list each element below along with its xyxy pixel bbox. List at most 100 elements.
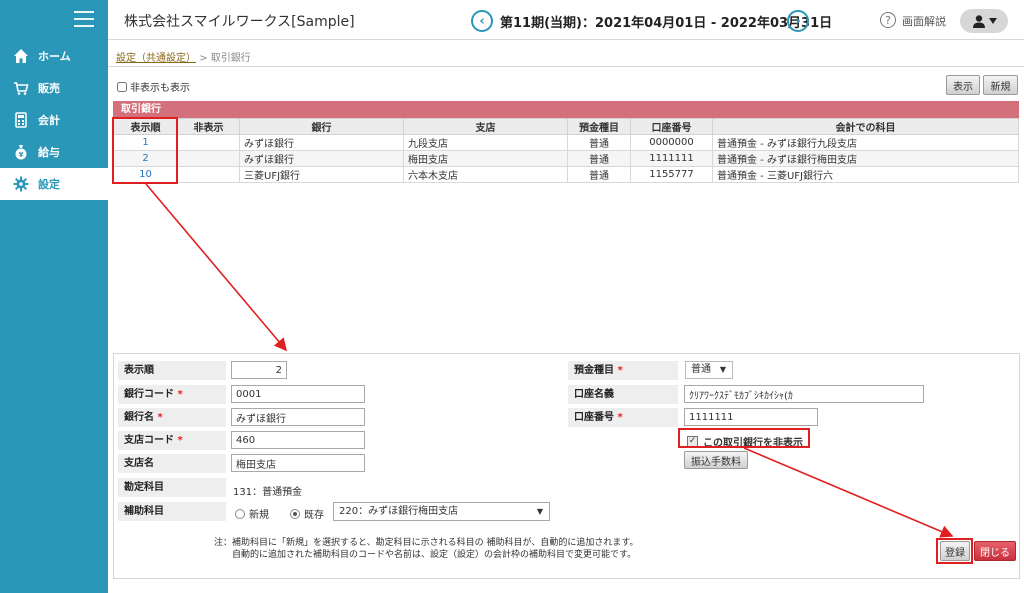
branch-cell: 梅田支店 <box>403 150 568 167</box>
branch-cell: 九段支店 <box>403 134 568 151</box>
annotation-highlight <box>112 117 178 184</box>
close-button[interactable]: 閉じる <box>974 541 1016 561</box>
account-number-cell: 1111111 <box>630 150 713 167</box>
deposit-type-label: 預金種目 * <box>568 361 678 380</box>
deposit-type-cell: 普通 <box>567 166 631 183</box>
account-number-input[interactable] <box>684 408 818 426</box>
sidebar-item-label: 会計 <box>38 114 60 127</box>
company-name: 株式会社スマイルワークス[Sample] <box>124 14 355 30</box>
transfer-fee-button[interactable]: 振込手数料 <box>684 451 748 469</box>
account-number-cell: 0000000 <box>630 134 713 151</box>
deposit-type-cell: 普通 <box>567 134 631 151</box>
column-header[interactable]: 支店 <box>403 118 568 135</box>
cart-icon <box>13 80 29 96</box>
home-icon <box>13 48 29 64</box>
column-header[interactable]: 口座番号 <box>630 118 713 135</box>
radio-label: 既存 <box>304 510 324 521</box>
calculator-icon <box>13 112 29 128</box>
divider <box>108 66 1024 67</box>
breadcrumb-current: 取引銀行 <box>210 53 251 64</box>
sidebar-item-payroll[interactable]: ¥ 給与 <box>0 136 108 168</box>
column-header[interactable]: 銀行 <box>239 118 404 135</box>
sidebar: ホーム 販売 会計 ¥ 給与 設定 <box>0 0 108 593</box>
account-subject-label: 勘定科目 <box>118 478 226 497</box>
radio-label: 新規 <box>249 510 269 521</box>
next-period-icon[interactable]: › <box>787 10 809 32</box>
annotation-highlight <box>678 428 810 448</box>
sub-subject-existing-radio[interactable]: 既存 <box>290 506 324 521</box>
breadcrumb-separator: > <box>199 53 208 64</box>
note-text: 注：補助科目に「新規」を選択すると、勘定科目に示される科目の 補助科目が、自動的… <box>214 537 638 561</box>
branch-cell: 六本木支店 <box>403 166 568 183</box>
sub-subject-label: 補助科目 <box>118 502 226 521</box>
sidebar-item-label: 給与 <box>38 146 60 159</box>
sidebar-item-label: ホーム <box>38 50 71 63</box>
sidebar-item-label: 販売 <box>38 82 60 95</box>
account-number-label: 口座番号 * <box>568 408 678 427</box>
hidden-cell <box>177 134 240 151</box>
show-hidden-checkbox[interactable]: 非表示も表示 <box>117 79 190 94</box>
help-link[interactable]: 画面解説 <box>902 13 946 29</box>
breadcrumb-parent-link[interactable]: 設定（共通設定） <box>116 53 196 64</box>
deposit-type-select[interactable]: 普通 ▼ <box>685 361 733 379</box>
bank-name-label: 銀行名 * <box>118 408 226 427</box>
note-line: 自動的に追加された補助科目のコードや名前は、設定（設定）の会計枠の補助科目で変更… <box>232 550 637 560</box>
column-header[interactable]: 会計での科目 <box>712 118 1019 135</box>
account-holder-label: 口座名義 <box>568 385 678 404</box>
order-label: 表示順 <box>118 361 226 380</box>
fiscal-period: 第11期(当期)：2021年04月01日 - 2022年03月31日 <box>500 16 833 31</box>
bank-cell: 三菱UFJ銀行 <box>239 166 404 183</box>
sub-subject-select[interactable]: 220：みずほ銀行梅田支店 ▼ <box>333 502 550 521</box>
previous-period-icon[interactable]: ‹ <box>471 10 493 32</box>
show-hidden-checkbox-input[interactable] <box>117 81 127 92</box>
sidebar-item-settings[interactable]: 設定 <box>0 168 108 200</box>
ledger-account-cell: 普通預金 - みずほ銀行梅田支店 <box>712 150 1019 167</box>
sidebar-item-home[interactable]: ホーム <box>0 40 108 72</box>
account-number-cell: 1155777 <box>630 166 713 183</box>
deposit-type-cell: 普通 <box>567 150 631 167</box>
bank-code-label: 銀行コード * <box>118 385 226 404</box>
sidebar-item-accounting[interactable]: 会計 <box>0 104 108 136</box>
annotation-highlight <box>936 538 973 564</box>
table-header-row: 表示順 非表示 銀行 支店 預金種目 口座番号 会計での科目 <box>113 118 1019 135</box>
table-row[interactable]: 1 みずほ銀行 九段支店 普通 0000000 普通預金 - みずほ銀行九段支店 <box>113 134 1019 151</box>
caret-down-icon: ▼ <box>719 365 726 374</box>
svg-text:¥: ¥ <box>19 151 24 159</box>
radio-dot <box>235 508 245 519</box>
money-bag-icon: ¥ <box>13 144 29 160</box>
table-row[interactable]: 2 みずほ銀行 梅田支店 普通 1111111 普通預金 - みずほ銀行梅田支店 <box>113 150 1019 167</box>
note-line: 注：補助科目に「新規」を選択すると、勘定科目に示される科目の 補助科目が、自動的… <box>214 538 639 548</box>
user-icon <box>972 15 985 28</box>
radio-dot <box>290 508 300 519</box>
table-row[interactable]: 10 三菱UFJ銀行 六本木支店 普通 1155777 普通預金 - 三菱UFJ… <box>113 166 1019 183</box>
bank-code-input[interactable] <box>231 385 365 403</box>
show-button[interactable]: 表示 <box>946 75 980 95</box>
order-input[interactable] <box>231 361 287 379</box>
chevron-down-icon <box>988 18 997 24</box>
caret-down-icon: ▼ <box>536 507 543 516</box>
bank-cell: みずほ銀行 <box>239 150 404 167</box>
column-header[interactable]: 非表示 <box>177 118 240 135</box>
sidebar-item-label: 設定 <box>38 178 60 191</box>
ledger-account-cell: 普通預金 - みずほ銀行九段支店 <box>712 134 1019 151</box>
branch-code-input[interactable] <box>231 431 365 449</box>
bank-name-input[interactable] <box>231 408 365 426</box>
account-holder-input[interactable] <box>684 385 924 403</box>
hamburger-menu-icon[interactable] <box>74 11 94 27</box>
header: 株式会社スマイルワークス[Sample] ‹ 第11期(当期)：2021年04月… <box>108 0 1024 40</box>
gear-icon <box>13 176 29 192</box>
account-subject-value: 131：普通預金 <box>233 487 303 498</box>
help-icon[interactable]: ? <box>880 12 896 28</box>
hidden-cell <box>177 166 240 183</box>
table-title: 取引銀行 <box>113 101 1019 118</box>
bank-table: 表示順 非表示 銀行 支店 預金種目 口座番号 会計での科目 1 みずほ銀行 九… <box>113 118 1019 183</box>
hidden-cell <box>177 150 240 167</box>
show-hidden-label: 非表示も表示 <box>130 83 190 94</box>
bank-cell: みずほ銀行 <box>239 134 404 151</box>
sidebar-item-sales[interactable]: 販売 <box>0 72 108 104</box>
new-button[interactable]: 新規 <box>983 75 1018 95</box>
branch-name-input[interactable] <box>231 454 365 472</box>
column-header[interactable]: 預金種目 <box>567 118 631 135</box>
user-menu-button[interactable] <box>960 9 1008 33</box>
sub-subject-new-radio[interactable]: 新規 <box>235 506 269 521</box>
